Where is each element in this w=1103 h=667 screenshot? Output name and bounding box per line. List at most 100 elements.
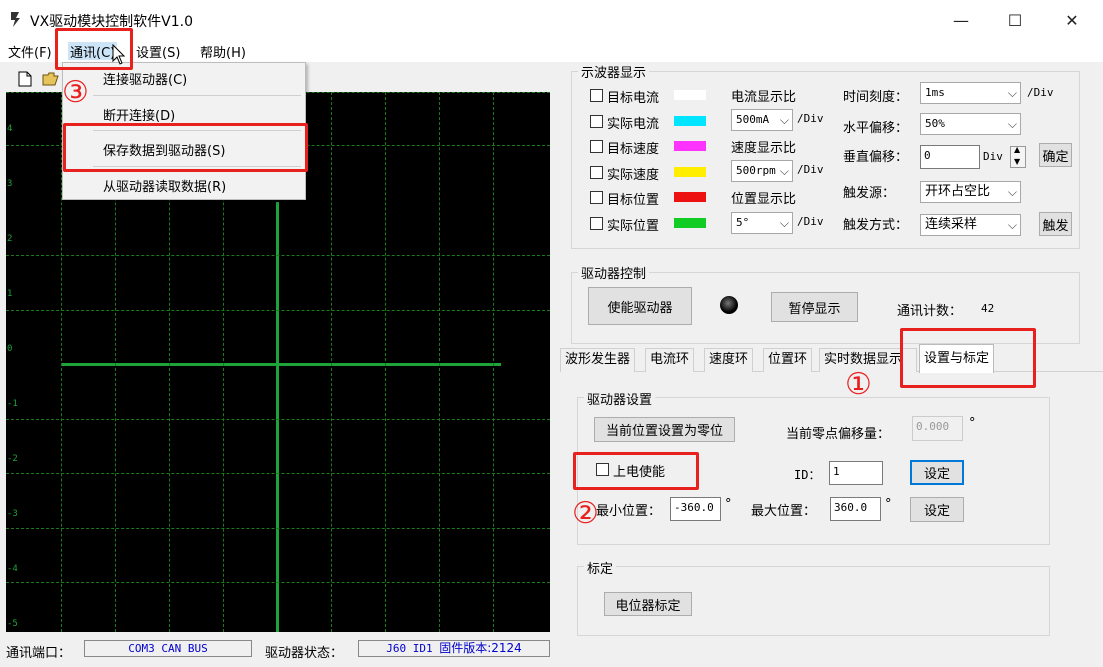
- channel-checkbox[interactable]: [590, 191, 603, 204]
- y-tick-label: -5: [7, 619, 18, 629]
- degree-unit: °: [885, 497, 892, 512]
- annotation-step-3: ③: [62, 75, 89, 110]
- grid-line-horizontal: [6, 255, 550, 256]
- spin-up-icon[interactable]: ▲: [1014, 145, 1020, 154]
- current-scale-select[interactable]: 500mA ⌵: [731, 109, 793, 131]
- y-tick-label: -2: [7, 454, 18, 464]
- chevron-down-icon: ⌵: [1007, 185, 1017, 199]
- time-scale-select[interactable]: 1ms ⌵: [920, 82, 1021, 104]
- y-tick-label: 2: [7, 234, 13, 244]
- highlight-save-item: [63, 123, 308, 172]
- y-tick-label: 0: [7, 344, 13, 354]
- max-position-input[interactable]: 360.0: [830, 497, 881, 521]
- trigger-source-select[interactable]: 开环占空比 ⌵: [920, 181, 1021, 203]
- close-button[interactable]: ✕: [1049, 6, 1095, 34]
- trigger-mode-select[interactable]: 连续采样 ⌵: [920, 214, 1021, 236]
- close-icon: ✕: [1065, 10, 1079, 30]
- chevron-down-icon: ⌵: [1007, 218, 1017, 232]
- pot-calibration-button[interactable]: 电位器标定: [604, 592, 692, 616]
- menu-file[interactable]: 文件(F): [6, 42, 54, 61]
- min-position-input[interactable]: -360.0: [670, 497, 721, 521]
- y-tick-label: 4: [7, 124, 13, 134]
- speed-scale-label: 速度显示比: [731, 141, 797, 156]
- grid-line-horizontal: [6, 582, 550, 583]
- y-tick-label: -3: [7, 509, 18, 519]
- speed-scale-select[interactable]: 500rpm ⌵: [731, 160, 793, 182]
- y-tick-label: 3: [7, 179, 13, 189]
- tab-waveform-generator[interactable]: 波形发生器: [560, 348, 636, 372]
- channel-label: 实际电流: [607, 116, 660, 132]
- confirm-button[interactable]: 确定: [1039, 143, 1072, 167]
- id-input[interactable]: 1: [829, 461, 883, 485]
- channel-checkbox[interactable]: [590, 165, 603, 179]
- minimize-button[interactable]: —: [938, 6, 984, 34]
- menu-connect-driver[interactable]: 连接驱动器(C): [103, 69, 187, 88]
- trigger-button[interactable]: 触发: [1039, 212, 1072, 236]
- grid-line-vertical: [439, 92, 440, 632]
- channel-color-swatch: [674, 166, 706, 177]
- h-offset-select[interactable]: 50% ⌵: [920, 113, 1021, 135]
- zero-offset-field: 0.000: [912, 416, 963, 441]
- grid-line-horizontal: [6, 528, 550, 529]
- driver-state-label: 驱动器状态：: [265, 646, 344, 661]
- set-zero-button[interactable]: 当前位置设置为零位: [594, 417, 735, 442]
- max-position-label: 最大位置：: [751, 504, 817, 519]
- channel-label: 目标位置: [607, 193, 660, 208]
- menu-disconnect[interactable]: 断开连接(D): [103, 105, 175, 124]
- channel-checkbox[interactable]: [590, 140, 603, 153]
- firmware-version: 固件版本:2124: [439, 641, 522, 655]
- set-position-button[interactable]: 设定: [910, 497, 964, 522]
- div-unit-label: Div: [983, 150, 1003, 163]
- tab-position-loop[interactable]: 位置环: [763, 348, 813, 372]
- menu-read-from-driver[interactable]: 从驱动器读取数据(R): [103, 176, 226, 195]
- channel-checkbox[interactable]: [590, 114, 603, 128]
- menu-help[interactable]: 帮助(H): [198, 42, 248, 61]
- enable-driver-button[interactable]: 使能驱动器: [588, 287, 692, 325]
- tab-speed-loop[interactable]: 速度环: [704, 348, 754, 372]
- channel-checkbox[interactable]: [590, 89, 603, 102]
- grid-line-horizontal: [6, 419, 550, 420]
- channel-label: 目标速度: [607, 142, 660, 157]
- y-tick-label: 1: [7, 289, 13, 299]
- mouse-cursor-icon: [112, 44, 126, 65]
- trigger-mode-label: 触发方式：: [843, 218, 909, 233]
- h-offset-value: 50%: [925, 117, 945, 130]
- degree-unit: °: [969, 416, 976, 431]
- pos-scale-select[interactable]: 5° ⌵: [731, 212, 793, 234]
- v-offset-spinner[interactable]: ▲ ▼: [1010, 145, 1026, 168]
- tab-current-loop[interactable]: 电流环: [645, 348, 695, 372]
- time-scale-value: 1ms: [925, 86, 945, 99]
- v-offset-label: 垂直偏移：: [843, 150, 909, 165]
- maximize-button[interactable]: ☐: [992, 6, 1038, 34]
- open-folder-icon[interactable]: [42, 72, 60, 86]
- trigger-mode-value: 连续采样: [925, 217, 978, 232]
- y-tick-label: -4: [7, 564, 18, 574]
- minimize-icon: —: [953, 10, 969, 30]
- annotation-step-2: ②: [572, 496, 599, 531]
- channel-color-swatch: [674, 192, 706, 202]
- annotation-step-1: ①: [845, 367, 872, 402]
- chevron-down-icon: ⌵: [1007, 117, 1017, 131]
- pause-display-button[interactable]: 暂停显示: [771, 292, 858, 322]
- calibration-title: 标定: [584, 558, 617, 577]
- menu-settings[interactable]: 设置(S): [134, 42, 182, 61]
- channel-label: 实际速度: [607, 167, 660, 183]
- status-bar: 通讯端口： COM3 CAN BUS 驱动器状态： J60 ID1 固件版本:2…: [0, 636, 1103, 667]
- chevron-down-icon: ⌵: [779, 164, 789, 178]
- driver-state-value: J60 ID1 固件版本:2124: [358, 640, 550, 657]
- new-file-icon[interactable]: [18, 71, 32, 87]
- chevron-down-icon: ⌵: [779, 216, 789, 230]
- title-bar: VX驱动模块控制软件V1.0 — ☐ ✕: [0, 0, 1103, 40]
- per-div-label: /Div: [797, 163, 824, 176]
- grid-line-vertical: [331, 92, 332, 632]
- v-offset-input[interactable]: 0: [920, 145, 980, 169]
- status-led-indicator: [720, 296, 738, 314]
- min-position-label: 最小位置：: [596, 504, 662, 519]
- degree-unit: °: [725, 497, 732, 512]
- grid-line-horizontal: [6, 310, 550, 311]
- trigger-source-label: 触发源：: [843, 186, 896, 201]
- grid-line-horizontal: [6, 473, 550, 474]
- set-id-button[interactable]: 设定: [910, 460, 964, 485]
- channel-checkbox[interactable]: [590, 216, 603, 230]
- spin-down-icon[interactable]: ▼: [1014, 157, 1020, 166]
